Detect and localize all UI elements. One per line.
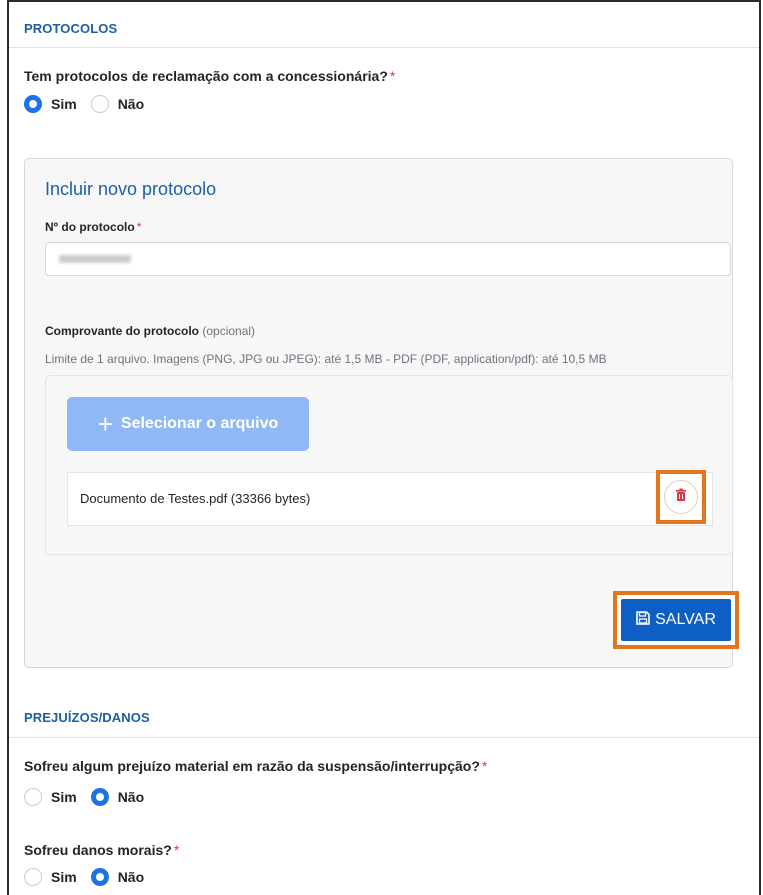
- comprovante-label: Comprovante do protocolo (opcional): [45, 324, 255, 338]
- section-header-prejuizos: PREJUÍZOS/DANOS: [24, 710, 150, 725]
- plus-icon: +: [97, 409, 113, 439]
- save-button[interactable]: SALVAR: [621, 599, 731, 641]
- radio-nao[interactable]: [90, 868, 109, 886]
- uploaded-file-row: Documento de Testes.pdf (33366 bytes): [67, 470, 713, 526]
- file-name: Documento de Testes.pdf (33366 bytes): [80, 491, 311, 506]
- radio-label-nao: Não: [117, 789, 145, 805]
- radio-nao[interactable]: [90, 95, 109, 113]
- radio-sim[interactable]: [24, 868, 42, 886]
- blurred-value: [59, 255, 131, 263]
- upload-area: + Selecionar o arquivo Documento de Test…: [45, 375, 733, 555]
- section-divider: [9, 737, 759, 738]
- radio-group-protocolos: Sim Não: [24, 95, 158, 113]
- required-mark: *: [136, 220, 142, 234]
- delete-file-button[interactable]: [664, 480, 698, 514]
- section-divider: [9, 47, 759, 48]
- question-text: Sofreu danos morais?: [24, 842, 172, 858]
- radio-group-prejuizo-material: Sim Não: [24, 788, 158, 806]
- required-mark: *: [173, 842, 180, 858]
- save-highlight: SALVAR: [613, 591, 739, 649]
- protocol-number-label-text: Nº do protocolo: [45, 220, 135, 234]
- required-mark: *: [389, 68, 396, 84]
- select-file-button[interactable]: + Selecionar o arquivo: [67, 397, 309, 451]
- radio-label-sim: Sim: [51, 869, 77, 885]
- question-text: Sofreu algum prejuízo material em razão …: [24, 758, 480, 774]
- radio-nao[interactable]: [90, 788, 109, 806]
- save-label: SALVAR: [655, 611, 716, 628]
- required-mark: *: [481, 758, 488, 774]
- radio-label-sim: Sim: [51, 96, 77, 112]
- question-text: Tem protocolos de reclamação com a conce…: [24, 68, 388, 84]
- file-limit-hint: Limite de 1 arquivo. Imagens (PNG, JPG o…: [45, 352, 607, 366]
- comprovante-label-text: Comprovante do protocolo: [45, 324, 199, 338]
- question-danos-morais: Sofreu danos morais? *: [24, 842, 179, 858]
- delete-highlight: [656, 470, 706, 524]
- trash-icon: [675, 488, 687, 506]
- protocol-number-label: Nº do protocolo *: [45, 220, 141, 234]
- radio-group-danos-morais: Sim Não: [24, 868, 158, 886]
- radio-label-sim: Sim: [51, 789, 77, 805]
- section-header-protocolos: PROTOCOLOS: [24, 21, 118, 36]
- select-file-label: Selecionar o arquivo: [120, 415, 279, 432]
- floppy-disk-icon: [636, 610, 655, 630]
- question-prejuizo-material: Sofreu algum prejuízo material em razão …: [24, 758, 487, 774]
- radio-label-nao: Não: [117, 96, 145, 112]
- card-title: Incluir novo protocolo: [45, 179, 217, 199]
- radio-sim[interactable]: [24, 95, 42, 113]
- radio-label-nao: Não: [117, 869, 145, 885]
- question-protocolos: Tem protocolos de reclamação com a conce…: [24, 68, 395, 84]
- radio-sim[interactable]: [24, 788, 42, 806]
- new-protocol-card: Incluir novo protocolo Nº do protocolo * …: [24, 158, 739, 668]
- optional-tag: (opcional): [202, 324, 256, 338]
- protocol-number-input[interactable]: [45, 242, 731, 276]
